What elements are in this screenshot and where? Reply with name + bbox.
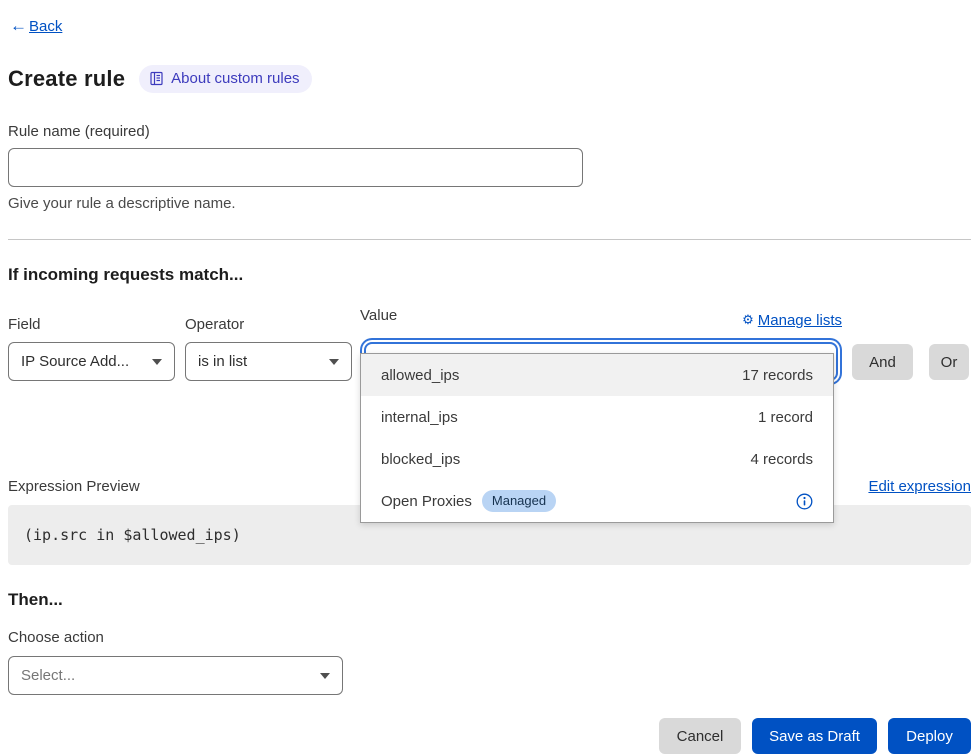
list-records: 17 records — [742, 367, 813, 384]
action-select[interactable]: Select... — [8, 656, 343, 695]
rule-name-label: Rule name (required) — [8, 123, 971, 140]
footer-actions: Cancel Save as Draft Deploy — [8, 718, 971, 754]
back-arrow-icon: ← — [10, 16, 27, 36]
and-button[interactable]: And — [852, 344, 913, 380]
cancel-button[interactable]: Cancel — [659, 718, 741, 754]
rule-name-input[interactable] — [8, 148, 583, 187]
field-label: Field — [8, 316, 175, 333]
rule-condition-row: Field IP Source Add... Operator is in li… — [8, 307, 971, 381]
back-label: Back — [29, 18, 62, 35]
field-select-value: IP Source Add... — [21, 353, 129, 370]
manage-lists-link[interactable]: ⚙ Manage lists — [742, 312, 842, 329]
field-select[interactable]: IP Source Add... — [8, 342, 175, 381]
rule-name-help-text: Give your rule a descriptive name. — [8, 195, 971, 212]
list-name: allowed_ips — [381, 367, 459, 384]
dropdown-item-blocked-ips[interactable]: blocked_ips 4 records — [361, 438, 833, 480]
chevron-down-icon — [329, 359, 339, 365]
operator-label: Operator — [185, 316, 352, 333]
deploy-button[interactable]: Deploy — [888, 718, 971, 754]
list-records: 4 records — [750, 451, 813, 468]
gear-icon: ⚙ — [742, 312, 754, 328]
expression-preview-label: Expression Preview — [8, 478, 140, 495]
or-button[interactable]: Or — [929, 344, 969, 380]
edit-expression-link[interactable]: Edit expression — [868, 478, 971, 495]
value-label: Value — [360, 307, 397, 324]
manage-lists-label: Manage lists — [758, 312, 842, 329]
value-dropdown-menu: allowed_ips 17 records internal_ips 1 re… — [360, 353, 834, 523]
dropdown-item-allowed-ips[interactable]: allowed_ips 17 records — [361, 354, 833, 396]
managed-badge: Managed — [482, 490, 556, 512]
title-row: Create rule About custom rules — [8, 65, 971, 93]
dropdown-item-internal-ips[interactable]: internal_ips 1 record — [361, 396, 833, 438]
about-custom-rules-link[interactable]: About custom rules — [139, 65, 311, 93]
action-select-placeholder: Select... — [21, 667, 75, 684]
section-divider — [8, 239, 971, 240]
save-as-draft-button[interactable]: Save as Draft — [752, 718, 877, 754]
operator-select-value: is in list — [198, 353, 247, 370]
then-section-heading: Then... — [8, 590, 971, 610]
page-title: Create rule — [8, 66, 125, 92]
book-icon — [149, 71, 164, 86]
operator-select[interactable]: is in list — [185, 342, 352, 381]
about-custom-rules-label: About custom rules — [171, 70, 299, 87]
dropdown-item-open-proxies[interactable]: Open Proxies Managed — [361, 480, 833, 522]
back-link[interactable]: ← Back — [10, 16, 62, 36]
choose-action-label: Choose action — [8, 629, 971, 646]
list-name: blocked_ips — [381, 451, 460, 468]
expression-code-text: (ip.src in $allowed_ips) — [24, 526, 241, 544]
chevron-down-icon — [152, 359, 162, 365]
create-rule-page: ← Back Create rule About custom rules Ru… — [0, 0, 979, 754]
match-section-heading: If incoming requests match... — [8, 265, 971, 285]
list-name: Open Proxies — [381, 493, 472, 510]
chevron-down-icon — [320, 673, 330, 679]
list-records: 1 record — [758, 409, 813, 426]
info-icon[interactable] — [796, 493, 813, 510]
list-name: internal_ips — [381, 409, 458, 426]
